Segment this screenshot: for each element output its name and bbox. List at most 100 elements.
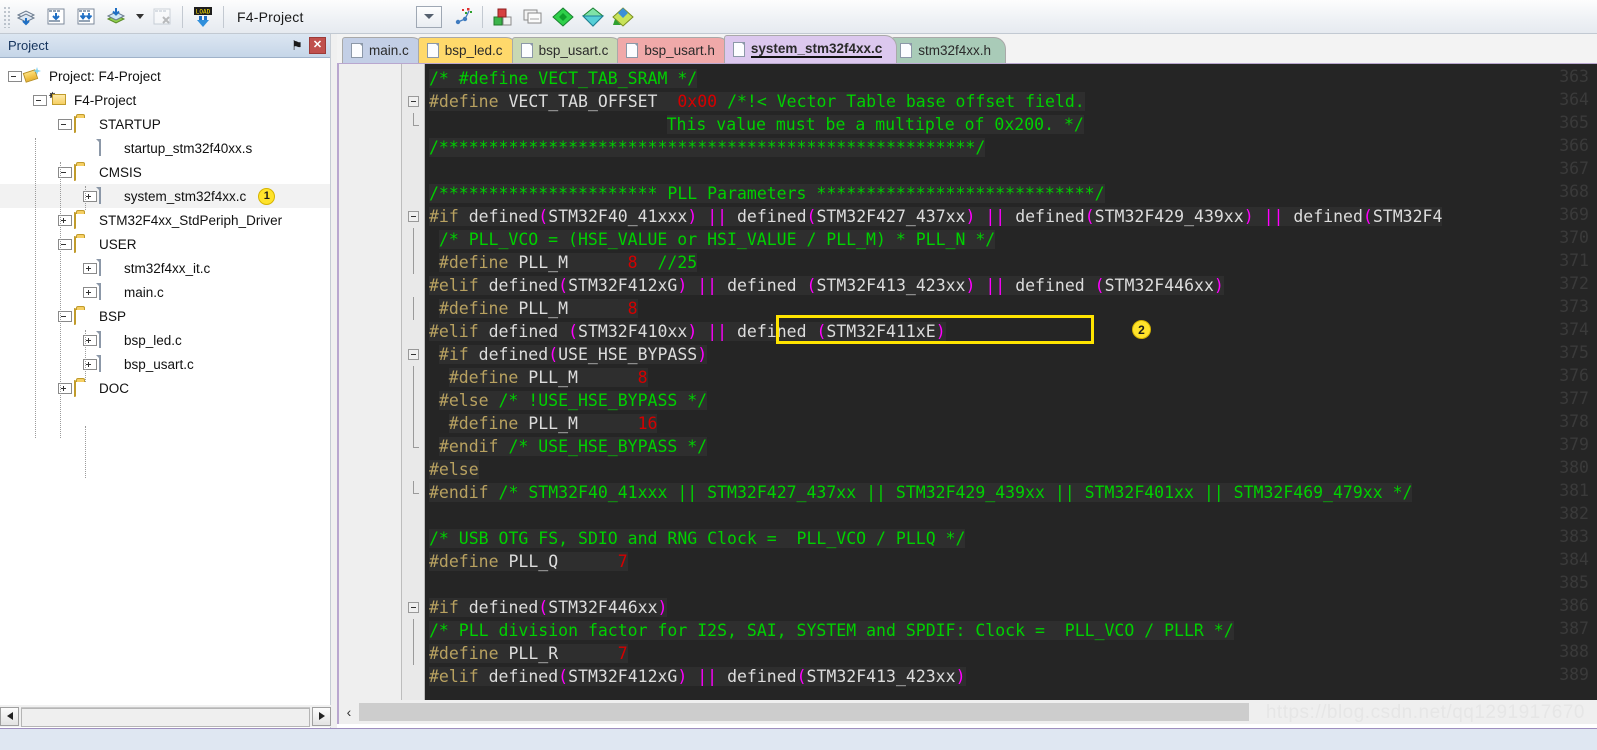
- translate-icon[interactable]: [12, 3, 40, 31]
- active-target-label: F4-Project: [237, 8, 304, 25]
- tree-connector: [85, 186, 86, 210]
- folder-open-icon: [74, 308, 92, 325]
- editor-tab[interactable]: bsp_usart.c: [511, 37, 624, 63]
- functions-window-icon[interactable]: [579, 3, 607, 31]
- code-line: #define PLL_R 7: [429, 644, 628, 663]
- file-icon: [351, 43, 363, 58]
- fold-end-marker: [413, 125, 419, 126]
- fold-toggle-icon[interactable]: [408, 96, 419, 107]
- editor-tab-label: system_stm32f4xx.c: [750, 41, 883, 58]
- tree-item[interactable]: bsp_led.c: [0, 328, 330, 352]
- target-select-dropdown[interactable]: [415, 5, 442, 28]
- tree-item[interactable]: system_stm32f4xx.c 1: [0, 184, 330, 208]
- scroll-right-button[interactable]: [312, 706, 331, 726]
- code-line: #elif defined(STM32F412xG) || defined (S…: [429, 276, 1224, 295]
- scroll-thumb[interactable]: [21, 707, 310, 727]
- tree-item[interactable]: Project: F4-Project: [0, 64, 330, 88]
- tree-item[interactable]: DOC: [0, 376, 330, 400]
- tree-item[interactable]: CMSIS: [0, 160, 330, 184]
- tree-expand-toggle[interactable]: [83, 286, 97, 298]
- tree-item[interactable]: STM32F4xx_StdPeriph_Driver: [0, 208, 330, 232]
- pin-icon[interactable]: ⚑: [289, 38, 305, 54]
- fold-toggle-icon[interactable]: [408, 349, 419, 360]
- fold-toggle-icon[interactable]: [408, 211, 419, 222]
- code-line: #define VECT_TAB_OFFSET 0x00 /*!< Vector…: [429, 92, 1085, 111]
- tree-item[interactable]: bsp_usart.c: [0, 352, 330, 376]
- code-line: #else: [429, 460, 479, 479]
- tree-expand-toggle[interactable]: [83, 262, 97, 274]
- batch-build-dropdown-icon[interactable]: [132, 3, 146, 31]
- scroll-left-chevron-icon[interactable]: ‹: [339, 704, 359, 720]
- tree-item-label: USER: [99, 236, 137, 252]
- code-folding-column[interactable]: [402, 64, 425, 712]
- folder-closed-icon: [74, 380, 92, 397]
- code-line: #endif /* USE_HSE_BYPASS */: [438, 437, 708, 456]
- editor-scroll-thumb[interactable]: [359, 703, 1249, 721]
- scroll-track[interactable]: [21, 706, 310, 727]
- tree-item[interactable]: USER: [0, 232, 330, 256]
- project-panel: Project ⚑ ✕ Project: F4-Project ✸ F4-Proje…: [0, 34, 331, 728]
- editor-tab[interactable]: system_stm32f4xx.c: [723, 35, 898, 63]
- tree-collapse-toggle[interactable]: [58, 118, 72, 130]
- tree-item[interactable]: stm32f4xx_it.c: [0, 256, 330, 280]
- project-horizontal-scrollbar[interactable]: [0, 705, 331, 727]
- code-line: This value must be a multiple of 0x200. …: [666, 115, 1084, 134]
- stop-build-icon[interactable]: [148, 3, 176, 31]
- project-tree: Project: F4-Project ✸ F4-Project STARTUP sta…: [0, 58, 330, 478]
- status-bar: [0, 728, 1597, 750]
- templates-window-icon[interactable]: [609, 3, 637, 31]
- tree-item[interactable]: BSP: [0, 304, 330, 328]
- tree-connector: [85, 330, 86, 382]
- toolbar-grip[interactable]: [3, 5, 11, 28]
- build-icon[interactable]: [42, 3, 70, 31]
- tree-collapse-toggle[interactable]: [8, 70, 22, 82]
- main-toolbar: LOAD F4-Project: [0, 0, 1597, 34]
- code-line: #define PLL_M 8 //25: [438, 253, 698, 272]
- tree-item[interactable]: ✸ F4-Project: [0, 88, 330, 112]
- fold-line: [413, 412, 414, 435]
- project-window-icon[interactable]: [519, 3, 547, 31]
- code-line: /* #define VECT_TAB_SRAM */: [429, 69, 698, 88]
- scroll-left-button[interactable]: [0, 706, 19, 726]
- editor-tab[interactable]: main.c: [342, 37, 424, 63]
- editor-tab-label: bsp_led.c: [444, 43, 503, 58]
- svg-text:LOAD: LOAD: [196, 8, 211, 15]
- annotation-badge-2: 2: [1132, 320, 1151, 339]
- editor-tab[interactable]: stm32f4xx.h: [891, 37, 1007, 63]
- books-window-icon[interactable]: [549, 3, 577, 31]
- target-options-icon[interactable]: [489, 3, 517, 31]
- editor-tab[interactable]: bsp_usart.h: [617, 37, 730, 63]
- code-line: /* USB OTG FS, SDIO and RNG Clock = PLL_…: [429, 529, 966, 548]
- tree-item[interactable]: startup_stm32f40xx.s: [0, 136, 330, 160]
- file-icon: [626, 43, 639, 58]
- load-icon[interactable]: LOAD: [189, 3, 217, 31]
- code-view[interactable]: 363 364 365 366 367 368 369 370 371 372 373 374 375 3…: [337, 64, 1597, 712]
- file-icon: [99, 355, 117, 372]
- fold-toggle-icon[interactable]: [408, 602, 419, 613]
- close-icon[interactable]: ✕: [309, 37, 326, 54]
- code-line: #define PLL_M 8: [448, 368, 648, 387]
- tree-collapse-toggle[interactable]: [33, 94, 47, 106]
- batch-build-icon[interactable]: [102, 3, 130, 31]
- toolbar-separator-2: [223, 5, 224, 28]
- folder-open-icon: [74, 164, 92, 181]
- editor-tab-label: stm32f4xx.h: [918, 43, 992, 58]
- fold-line: [413, 642, 414, 665]
- code-line: /***************************************…: [429, 138, 986, 157]
- tree-item[interactable]: STARTUP: [0, 112, 330, 136]
- code-line: #if defined(USE_HSE_BYPASS): [438, 345, 708, 364]
- editor-tab-label: main.c: [369, 43, 409, 58]
- rebuild-icon[interactable]: [72, 3, 100, 31]
- fold-line: [413, 228, 414, 251]
- keil-uvision-window: LOAD F4-Project Project ⚑ ✕ Project: F4-…: [0, 0, 1597, 750]
- editor-tab[interactable]: bsp_led.c: [417, 37, 518, 63]
- tree-connector: [85, 426, 86, 478]
- file-icon: [99, 187, 117, 204]
- fold-line: [413, 366, 414, 389]
- code-line: #elif defined(STM32F412xG) || defined(ST…: [429, 667, 966, 686]
- manage-project-icon[interactable]: [448, 3, 476, 31]
- watermark: https://blog.csdn.net/qq1291917670: [1265, 702, 1585, 723]
- tree-item[interactable]: main.c: [0, 280, 330, 304]
- triangle-right-icon: [318, 712, 325, 720]
- folder-open-icon: [74, 236, 92, 253]
